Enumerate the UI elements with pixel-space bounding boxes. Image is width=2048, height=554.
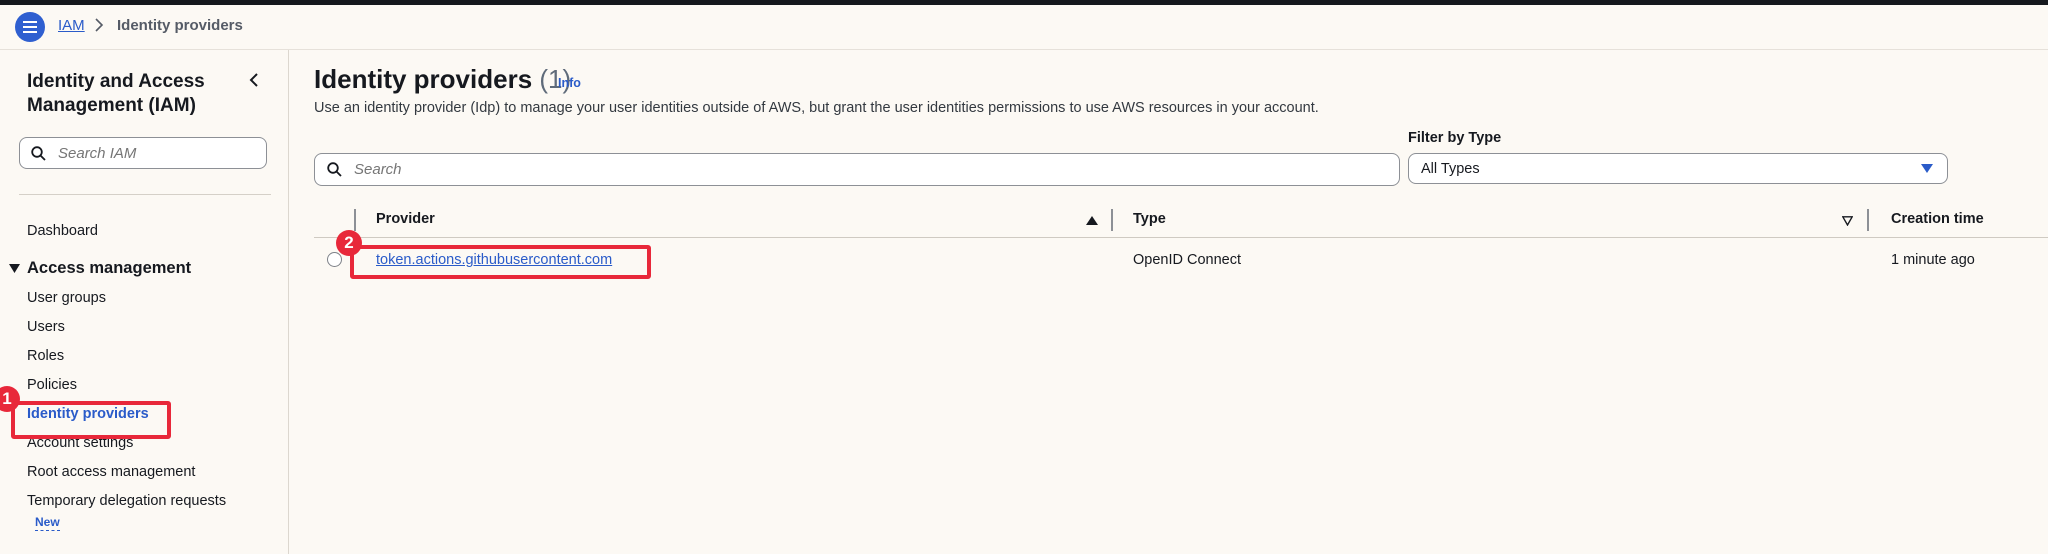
sidebar-item-users[interactable]: Users: [27, 319, 65, 335]
new-badge: New: [35, 515, 60, 531]
chevron-left-icon: [249, 73, 258, 87]
sidebar-section-label: Access management: [27, 259, 192, 277]
page-description: Use an identity provider (Idp) to manage…: [314, 100, 1319, 116]
sidebar-search-input[interactable]: [56, 143, 257, 163]
sidebar-item-temporary-delegation-requests[interactable]: Temporary delegation requests: [27, 493, 226, 509]
provider-type: OpenID Connect: [1133, 252, 1242, 268]
page-title-text: Identity providers: [314, 64, 533, 94]
sidebar-item-dashboard[interactable]: Dashboard: [27, 223, 98, 239]
sidebar-search[interactable]: [19, 137, 267, 169]
annotation-number-2: 2: [336, 230, 362, 256]
chevron-right-icon: [94, 18, 104, 36]
page-title: Identity providers (1): [314, 64, 571, 95]
top-bar: IAM Identity providers: [0, 5, 2048, 50]
sidebar-item-roles[interactable]: Roles: [27, 348, 64, 364]
column-separator: [354, 209, 356, 231]
annotation-box-2: [350, 245, 651, 279]
search-icon: [327, 162, 342, 177]
caret-down-icon: [9, 263, 20, 273]
menu-button[interactable]: [15, 12, 45, 42]
provider-search-input[interactable]: [352, 160, 1224, 179]
column-separator[interactable]: [1111, 209, 1113, 231]
table-header: Provider Type Creation time: [314, 203, 2048, 238]
caret-down-icon: [1921, 163, 1933, 173]
filter-type-value: All Types: [1421, 160, 1480, 177]
row-select-radio[interactable]: [327, 252, 342, 267]
search-icon: [31, 145, 46, 161]
breadcrumb-iam[interactable]: IAM: [58, 17, 85, 34]
column-header-provider[interactable]: Provider: [376, 211, 435, 227]
sidebar-item-user-groups[interactable]: User groups: [27, 290, 106, 306]
sidebar-item-policies[interactable]: Policies: [27, 377, 77, 393]
collapse-sidebar-button[interactable]: [248, 72, 260, 93]
sort-ascending-icon[interactable]: [1086, 216, 1098, 226]
hamburger-icon: [23, 21, 37, 33]
sidebar-item-root-access-management[interactable]: Root access management: [27, 464, 195, 480]
filter-by-type-label: Filter by Type: [1408, 130, 1502, 146]
provider-search[interactable]: [314, 153, 1400, 186]
sidebar: Identity and Access Management (IAM) Das…: [0, 50, 289, 554]
sidebar-section-access-management[interactable]: Access management: [9, 259, 191, 278]
sidebar-title: Identity and Access Management (IAM): [27, 71, 205, 116]
filter-type-select[interactable]: All Types: [1408, 153, 1948, 184]
annotation-box-1: [11, 401, 171, 439]
info-link[interactable]: Info: [558, 76, 581, 90]
sort-icon[interactable]: [1842, 216, 1853, 226]
provider-creation-time: 1 minute ago: [1891, 252, 1975, 268]
sidebar-divider: [19, 194, 271, 195]
column-header-creation-time[interactable]: Creation time: [1891, 211, 1984, 227]
breadcrumb-current: Identity providers: [117, 17, 243, 34]
column-separator[interactable]: [1867, 209, 1869, 231]
column-header-type[interactable]: Type: [1133, 211, 1166, 227]
